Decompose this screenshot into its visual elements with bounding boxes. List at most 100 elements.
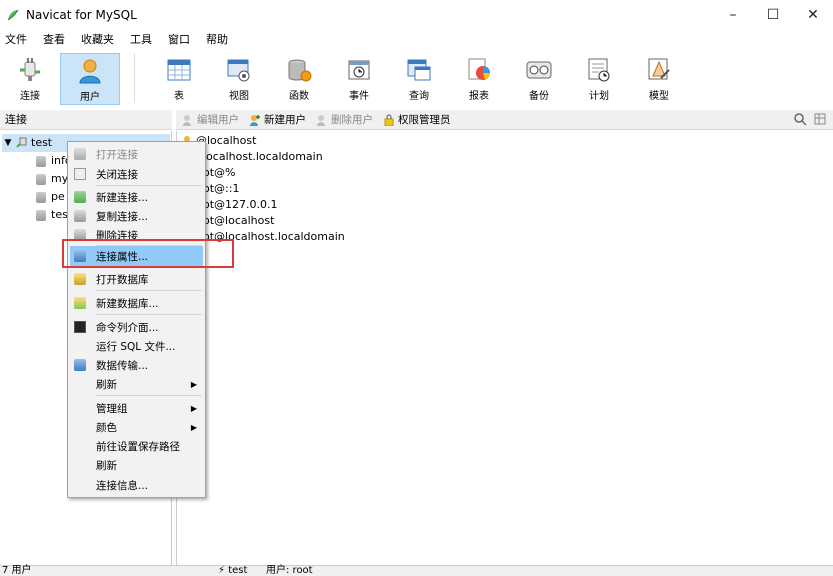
- context-menu: 打开连接 关闭连接 新建连接... 复制连接... 删除连接 连接属性... 打…: [67, 141, 206, 498]
- close-connection-icon: [74, 168, 86, 180]
- menu-color[interactable]: 颜色 ▶: [70, 417, 203, 437]
- toolbar-query-button[interactable]: 查询: [389, 53, 449, 105]
- menu-go-to-save-path[interactable]: 前往设置保存路径: [70, 436, 203, 456]
- data-transfer-icon: [74, 359, 86, 371]
- toolbar-label: 报表: [469, 91, 489, 102]
- delete-user-button[interactable]: 删除用户: [316, 112, 373, 127]
- new-user-button[interactable]: 新建用户: [249, 112, 306, 127]
- menu-open-connection[interactable]: 打开连接: [70, 144, 203, 164]
- chevron-down-icon[interactable]: ▼: [2, 134, 14, 152]
- open-connection-icon: [74, 148, 86, 160]
- status-user: 用户: root: [266, 565, 313, 576]
- report-icon: [468, 58, 490, 80]
- navicat-logo-icon: [7, 9, 19, 21]
- connection-icon: ⚡: [218, 565, 226, 576]
- connection-name: test: [31, 136, 53, 149]
- event-icon: [348, 60, 370, 80]
- toolbar-connection-button[interactable]: 连接: [0, 53, 60, 105]
- function-icon: [288, 59, 312, 82]
- minimize-button[interactable]: –: [713, 0, 753, 30]
- database-name: pe: [51, 190, 65, 203]
- submenu-arrow-icon: ▶: [190, 379, 197, 389]
- status-bar: 7 用户 ⚡ test 用户: root: [0, 565, 833, 576]
- menu-copy-connection[interactable]: 复制连接...: [70, 206, 203, 226]
- user-icon: [79, 59, 101, 84]
- toolbar-view-button[interactable]: 视图: [209, 53, 269, 105]
- toolbar-schedule-button[interactable]: 计划: [569, 53, 629, 105]
- main-toolbar: 连接 用户 表 视图 函数 事件 查询 报表 备份 计划 模型: [0, 50, 833, 108]
- user-list: @localhost localhost.localdomain ot@% ot…: [176, 131, 833, 565]
- toolbar-label: 用户: [80, 92, 100, 103]
- search-icon[interactable]: [793, 112, 807, 126]
- user-item[interactable]: localhost.localdomain: [203, 149, 323, 165]
- toolbar-label: 查询: [409, 91, 429, 102]
- model-icon: [648, 58, 670, 80]
- menu-window[interactable]: 窗口: [160, 30, 198, 50]
- toolbar-backup-button[interactable]: 备份: [509, 53, 569, 105]
- user-item[interactable]: ot@127.0.0.1: [203, 197, 278, 213]
- new-database-icon: [74, 297, 86, 309]
- grid-view-icon[interactable]: [813, 112, 827, 126]
- toolbar-label: 计划: [589, 91, 609, 102]
- database-icon: [36, 173, 46, 185]
- user-item[interactable]: ot@%: [203, 165, 236, 181]
- user-item[interactable]: ot@::1: [203, 181, 239, 197]
- menu-open-database[interactable]: 打开数据库: [70, 269, 203, 289]
- toolbar-label: 表: [174, 91, 184, 102]
- submenu-arrow-icon: ▶: [190, 403, 197, 413]
- database-node[interactable]: pe: [36, 188, 65, 206]
- database-node[interactable]: my: [36, 170, 68, 188]
- toolbar-table-button[interactable]: 表: [149, 53, 209, 105]
- menu-view[interactable]: 查看: [35, 30, 73, 50]
- menu-run-sql-file[interactable]: 运行 SQL 文件...: [70, 336, 203, 356]
- toolbar-user-button[interactable]: 用户: [60, 53, 120, 105]
- database-name: my: [51, 172, 69, 185]
- menu-refresh[interactable]: 刷新: [70, 455, 203, 475]
- toolbar-model-button[interactable]: 模型: [629, 53, 689, 105]
- menu-divider: [96, 185, 202, 186]
- toolbar-label: 函数: [289, 91, 309, 102]
- schedule-icon: [588, 58, 610, 82]
- menu-data-transfer[interactable]: 数据传输...: [70, 355, 203, 375]
- copy-connection-icon: [74, 210, 86, 222]
- toolbar-divider: [134, 53, 135, 103]
- toolbar-label: 备份: [529, 91, 549, 102]
- toolbar-label: 模型: [649, 91, 669, 102]
- status-count: 7 用户: [2, 565, 32, 576]
- title-bar: Navicat for MySQL – ☐ ✕: [0, 0, 833, 30]
- database-node[interactable]: tes: [36, 206, 68, 224]
- window-title: Navicat for MySQL: [26, 8, 137, 22]
- user-toolbar: 编辑用户 新建用户 删除用户 权限管理员: [176, 110, 833, 130]
- connection-panel-header: 连接: [0, 110, 172, 130]
- menu-command-line[interactable]: 命令列介面...: [70, 317, 203, 337]
- menu-bar: 文件 查看 收藏夹 工具 窗口 帮助: [0, 30, 833, 50]
- maximize-button[interactable]: ☐: [753, 0, 793, 30]
- query-icon: [407, 59, 431, 81]
- privilege-manager-button[interactable]: 权限管理员: [383, 112, 451, 127]
- toolbar-function-button[interactable]: 函数: [269, 53, 329, 105]
- menu-help[interactable]: 帮助: [198, 30, 236, 50]
- user-item[interactable]: ot@localhost: [203, 213, 274, 229]
- menu-file[interactable]: 文件: [0, 30, 35, 50]
- menu-divider: [96, 395, 202, 396]
- delete-user-icon: [317, 114, 325, 126]
- submenu-arrow-icon: ▶: [190, 422, 197, 432]
- plug-icon: [20, 58, 40, 81]
- menu-close-connection[interactable]: 关闭连接: [70, 164, 203, 184]
- edit-user-button[interactable]: 编辑用户: [182, 112, 239, 127]
- status-connection: ⚡ test: [218, 565, 248, 576]
- menu-connection-info[interactable]: 连接信息...: [70, 475, 203, 495]
- menu-favorites[interactable]: 收藏夹: [73, 30, 122, 50]
- toolbar-event-button[interactable]: 事件: [329, 53, 389, 105]
- menu-divider: [96, 314, 202, 315]
- menu-refresh-submenu[interactable]: 刷新 ▶: [70, 374, 203, 394]
- toolbar-label: 连接: [20, 91, 40, 102]
- new-connection-icon: [74, 191, 86, 203]
- toolbar-report-button[interactable]: 报表: [449, 53, 509, 105]
- toolbar-label: 事件: [349, 91, 369, 102]
- menu-tools[interactable]: 工具: [122, 30, 160, 50]
- menu-new-database[interactable]: 新建数据库...: [70, 293, 203, 313]
- close-button[interactable]: ✕: [793, 0, 833, 30]
- menu-manage-groups[interactable]: 管理组 ▶: [70, 398, 203, 418]
- menu-new-connection[interactable]: 新建连接...: [70, 187, 203, 207]
